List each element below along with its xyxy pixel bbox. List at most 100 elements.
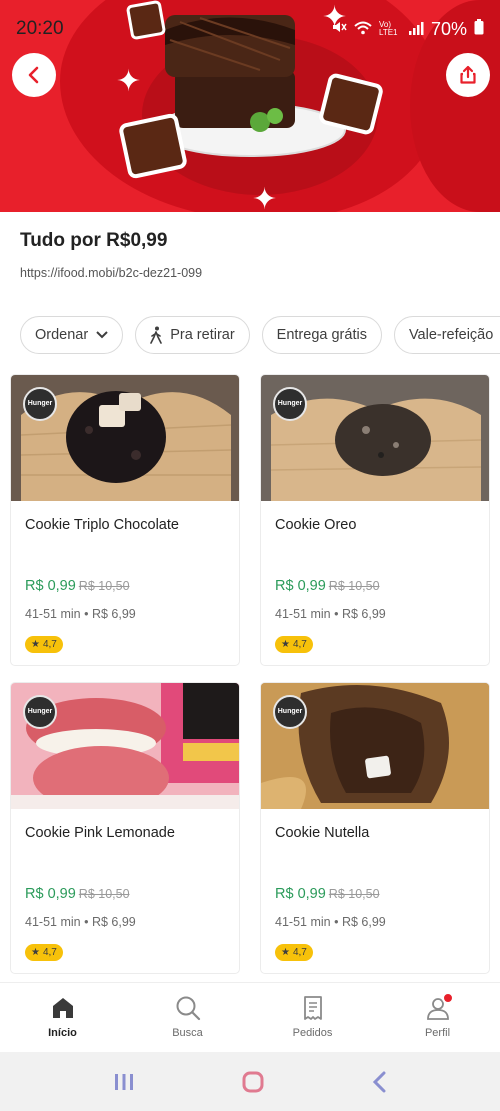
- filter-chip-entrega-gratis[interactable]: Entrega grátis: [261, 316, 382, 354]
- current-price: R$ 0,99: [25, 886, 76, 902]
- store-logo-badge: Hunger: [23, 695, 57, 729]
- product-image: Hunger: [261, 375, 489, 501]
- price-row: R$ 0,99 R$ 10,50: [25, 885, 130, 902]
- rating-value: 4,7: [292, 947, 307, 958]
- share-link[interactable]: https://ifood.mobi/b2c-dez21-099: [20, 266, 202, 280]
- current-price: R$ 0,99: [275, 886, 326, 902]
- filter-bar: Ordenar Pra retirar Entrega grátis Vale-…: [20, 316, 500, 354]
- product-card-cookie-oreo[interactable]: Hunger Cookie Oreo R$ 0,99 R$ 10,50 41-51…: [260, 374, 490, 666]
- back-button[interactable]: [12, 53, 56, 97]
- old-price: R$ 10,50: [78, 887, 130, 901]
- delivery-fee: R$ 6,99: [341, 607, 386, 621]
- nav-item-inicio[interactable]: Início: [0, 983, 125, 1052]
- rating-value: 4,7: [292, 639, 307, 650]
- mute-icon: [331, 19, 347, 40]
- separator-dot: •: [84, 607, 89, 621]
- nav-item-busca[interactable]: Busca: [125, 983, 250, 1052]
- share-button[interactable]: [446, 53, 490, 97]
- delivery-fee: R$ 6,99: [91, 915, 136, 929]
- filter-chip-label: Entrega grátis: [276, 327, 367, 343]
- home-button-icon[interactable]: [242, 1071, 264, 1093]
- star-icon: ★: [31, 947, 40, 958]
- product-image: Hunger: [11, 683, 239, 810]
- network-label: Vo) LTE1: [378, 20, 398, 37]
- filter-chip-label: Ordenar: [35, 327, 89, 343]
- filter-chip-ordenar[interactable]: Ordenar: [20, 316, 124, 354]
- rating-value: 4,7: [42, 639, 57, 650]
- rating-badge: ★ 4,7: [25, 636, 63, 653]
- bottom-navigation: Início Busca Pedidos Perfil: [0, 982, 500, 1052]
- sparkle-icon: ✦: [252, 183, 278, 212]
- notification-dot: [442, 992, 454, 1004]
- filter-chip-label: Pra retirar: [170, 327, 235, 343]
- delivery-time: 41-51 min: [275, 607, 331, 621]
- delivery-time: 41-51 min: [275, 915, 331, 929]
- page: ✦ ✦ ✦ 20:20 Vo) LTE1 70% Tudo por R$0,99…: [0, 0, 500, 1111]
- rating-badge: ★ 4,7: [25, 944, 63, 961]
- signal-icon: [408, 19, 424, 40]
- hero-banner: ✦ ✦ ✦ 20:20 Vo) LTE1 70%: [0, 0, 500, 212]
- current-price: R$ 0,99: [25, 578, 76, 594]
- home-icon: [52, 998, 73, 1018]
- rating-badge: ★ 4,7: [275, 636, 313, 653]
- recent-apps-icon[interactable]: [113, 1072, 135, 1092]
- share-icon: [460, 65, 476, 84]
- old-price: R$ 10,50: [328, 887, 380, 901]
- filter-chip-label: Vale-refeição: [408, 327, 494, 343]
- product-image: Hunger: [261, 683, 489, 809]
- old-price: R$ 10,50: [328, 579, 380, 593]
- product-card-cookie-pink-lemonade[interactable]: Hunger Cookie Pink Lemonade R$ 0,99 R$ 10…: [10, 682, 240, 974]
- price-row: R$ 0,99 R$ 10,50: [275, 577, 380, 594]
- status-bar: 20:20 Vo) LTE1 70%: [0, 0, 500, 58]
- page-title: Tudo por R$0,99: [20, 230, 168, 251]
- rating-badge: ★ 4,7: [275, 944, 313, 961]
- price-row: R$ 0,99 R$ 10,50: [25, 577, 130, 594]
- delivery-fee: R$ 6,99: [91, 607, 136, 621]
- delivery-time: 41-51 min: [25, 607, 81, 621]
- battery-label: 70%: [430, 18, 467, 39]
- product-image: Hunger: [11, 375, 239, 501]
- rating-value: 4,7: [42, 947, 57, 958]
- product-name: Cookie Oreo: [275, 517, 357, 533]
- chevron-down-icon: [96, 331, 108, 339]
- filter-chip-vale-refeicao[interactable]: Vale-refeição: [393, 316, 500, 354]
- product-card-cookie-nutella[interactable]: Hunger Cookie Nutella R$ 0,99 R$ 10,50 41…: [260, 682, 490, 974]
- delivery-info: 41-51 min • R$ 6,99: [25, 607, 136, 621]
- separator-dot: •: [334, 607, 339, 621]
- wifi-icon: [354, 19, 372, 40]
- separator-dot: •: [84, 915, 89, 929]
- delivery-info: 41-51 min • R$ 6,99: [275, 915, 386, 929]
- delivery-info: 41-51 min • R$ 6,99: [275, 607, 386, 621]
- nav-item-perfil[interactable]: Perfil: [375, 983, 500, 1052]
- nav-item-label: Início: [48, 1027, 77, 1039]
- star-icon: ★: [281, 947, 290, 958]
- product-name: Cookie Pink Lemonade: [25, 825, 175, 841]
- system-navigation-bar: [0, 1052, 500, 1111]
- nav-item-pedidos[interactable]: Pedidos: [250, 983, 375, 1052]
- nav-item-label: Perfil: [424, 1027, 451, 1039]
- delivery-info: 41-51 min • R$ 6,99: [25, 915, 136, 929]
- delivery-fee: R$ 6,99: [341, 915, 386, 929]
- sparkle-icon: ✦: [116, 65, 142, 98]
- store-logo-badge: Hunger: [23, 387, 57, 421]
- delivery-time: 41-51 min: [25, 915, 81, 929]
- store-logo-badge: Hunger: [273, 695, 307, 729]
- search-icon: [176, 996, 200, 1021]
- product-name: Cookie Nutella: [275, 825, 370, 841]
- product-name: Cookie Triplo Chocolate: [25, 517, 179, 533]
- battery-icon: [474, 18, 484, 40]
- walking-icon: [150, 326, 163, 344]
- current-price: R$ 0,99: [275, 578, 326, 594]
- receipt-icon: [303, 996, 322, 1020]
- separator-dot: •: [334, 915, 339, 929]
- product-card-cookie-triplo-chocolate[interactable]: Hunger Cookie Triplo Chocolate R$ 0,99 R$…: [10, 374, 240, 666]
- filter-chip-pra-retirar[interactable]: Pra retirar: [135, 316, 250, 354]
- back-nav-icon[interactable]: [371, 1071, 387, 1093]
- star-icon: ★: [281, 639, 290, 650]
- nav-item-label: Pedidos: [292, 1027, 333, 1039]
- collection-header: Tudo por R$0,99 https://ifood.mobi/b2c-d…: [20, 230, 202, 280]
- store-logo-badge: Hunger: [273, 387, 307, 421]
- status-time: 20:20: [16, 18, 64, 39]
- chevron-left-icon: [28, 66, 39, 84]
- status-icons: Vo) LTE1 70%: [331, 18, 484, 40]
